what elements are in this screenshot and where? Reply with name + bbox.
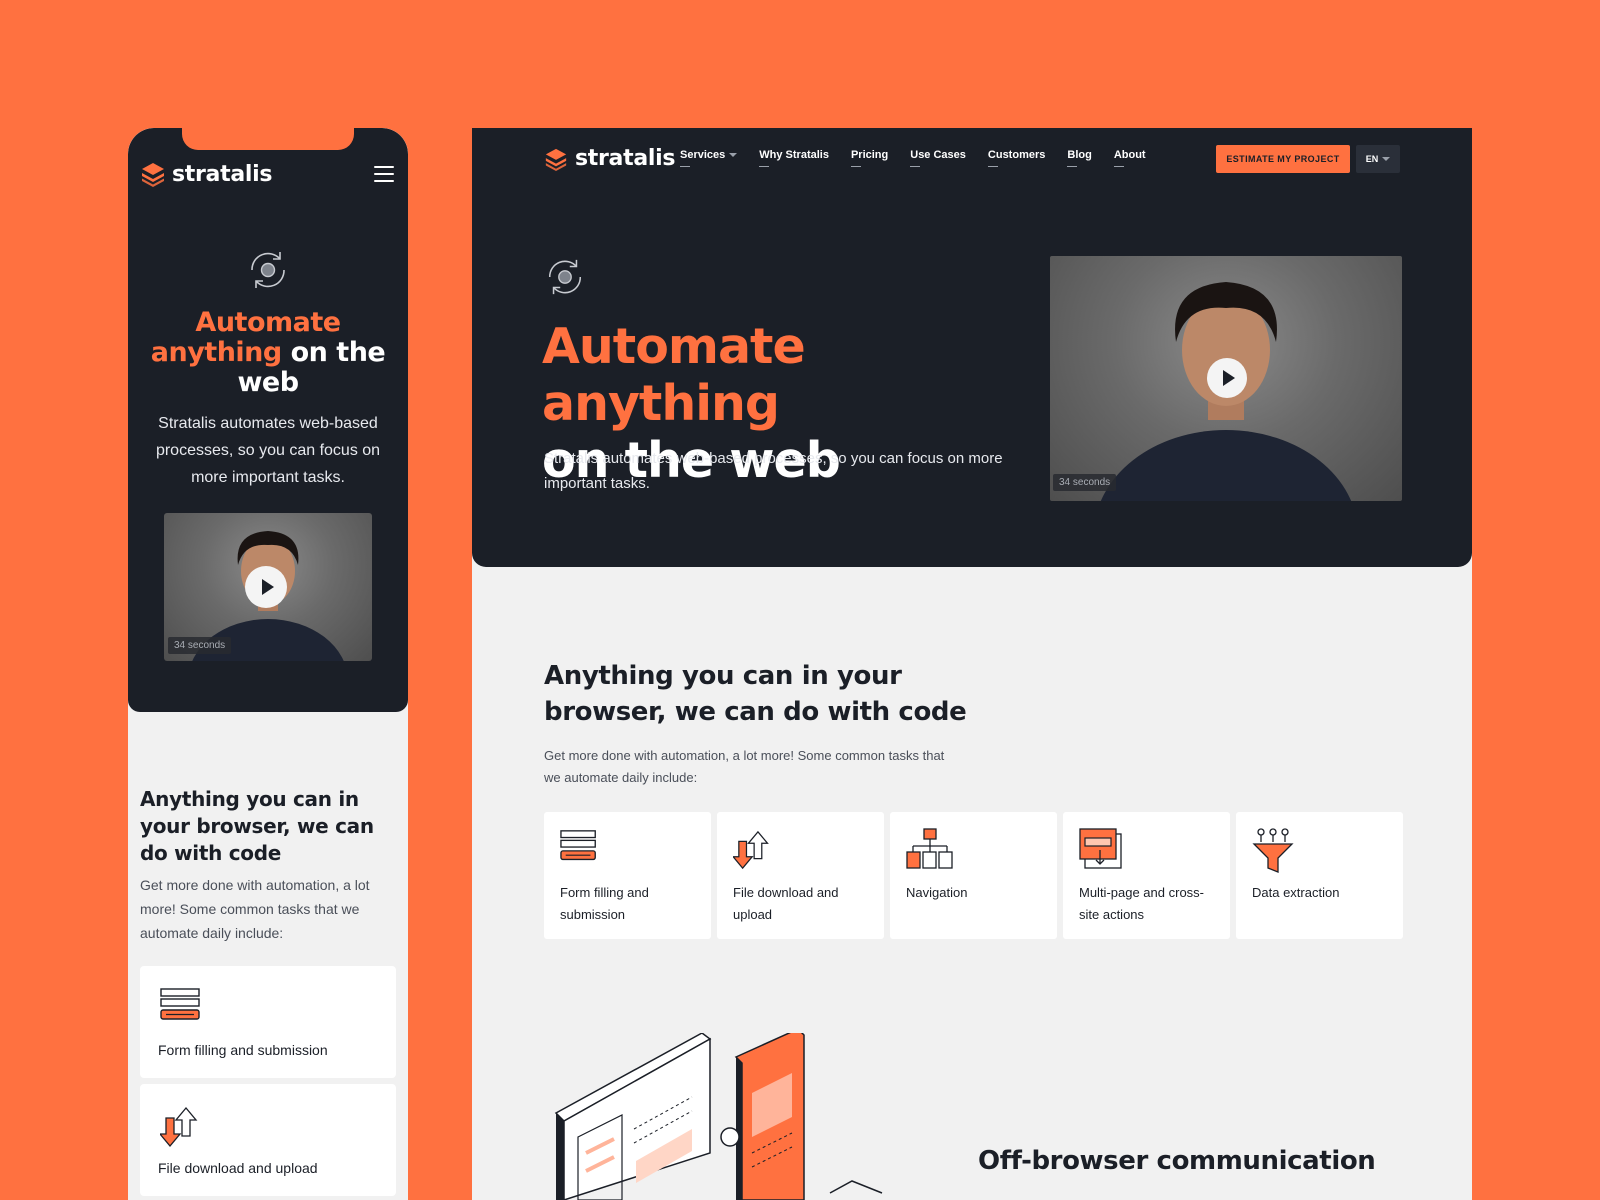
phone-notch [182,128,354,150]
mobile-logo[interactable]: stratalis [140,161,272,187]
funnel-icon [1252,828,1294,873]
mobile-hero-subtitle: Stratalis automates web-based processes,… [155,415,381,486]
sync-icon [251,252,285,288]
task-card-data-extraction[interactable]: Data extraction [1236,812,1403,939]
mobile-video-duration: 34 seconds [168,637,232,654]
task-card-multipage[interactable]: Multi-page and cross-site actions [1063,812,1230,939]
task-cards: Form filling and submission File downloa… [544,812,1403,939]
mobile-hero-video[interactable]: 34 seconds [164,513,372,661]
puzzle-browser-illustration [554,1033,883,1200]
mobile-tasks-intro: Get more done with automation, a lot mor… [140,877,370,941]
desktop-tasks-heading: Anything you can in your browser, we can… [544,661,967,727]
nav-item-services[interactable]: Services [680,149,738,167]
task-label: Multi-page and cross-site actions [1079,885,1204,922]
desktop-tasks-intro: Get more done with automation, a lot mor… [544,748,945,785]
mobile-tasks-heading: Anything you can in your browser, we can… [140,787,374,865]
desktop-logo[interactable]: stratalis [544,146,675,171]
sync-icon [548,259,582,295]
mobile-task-label: Form filling and submission [158,1042,328,1058]
desktop-play-button[interactable] [1207,358,1247,398]
desktop-video-duration: 34 seconds [1053,474,1117,491]
mobile-play-button[interactable] [245,566,287,608]
desktop-hero-subtitle: Stratalis automates web-based processes,… [544,450,1003,492]
transfer-icon [733,830,769,870]
nav-item-why-stratalis[interactable]: Why Stratalis [759,149,829,167]
nav-item-use-cases[interactable]: Use Cases [910,149,966,167]
off-browser-heading: Off-browser communication [978,1146,1376,1176]
task-label: Data extraction [1252,885,1340,900]
estimate-project-button[interactable]: ESTIMATE MY PROJECT [1216,145,1350,173]
desktop-logo-text: stratalis [575,146,676,171]
mobile-hero: stratalis Automate anything on the web S… [128,128,408,712]
task-label: File download and upload [733,885,839,922]
desktop-preview: stratalis Services Why Stratalis Pricing… [472,128,1472,1200]
mobile-preview: stratalis Automate anything on the web S… [128,128,408,1200]
nav-item-about[interactable]: About [1113,149,1146,167]
mobile-task-card-form[interactable]: Form filling and submission [140,966,396,1078]
sitemap-icon [906,828,953,869]
multipage-icon [1079,828,1122,869]
mobile-hero-title: Automate anything on the web [150,307,386,398]
mobile-task-card-transfer[interactable]: File download and upload [140,1084,396,1196]
nav-item-pricing[interactable]: Pricing [850,149,888,167]
form-icon [560,830,596,861]
task-label: Navigation [906,885,968,900]
task-card-transfer[interactable]: File download and upload [717,812,884,939]
hamburger-menu-icon[interactable] [374,166,394,182]
language-select[interactable]: EN [1356,145,1400,173]
desktop-hero: stratalis Services Why Stratalis Pricing… [472,128,1472,567]
stratalis-logo-icon [545,148,567,171]
desktop-hero-video[interactable]: 34 seconds [1050,256,1402,501]
nav-item-blog[interactable]: Blog [1067,149,1092,167]
nav-item-customers[interactable]: Customers [987,149,1045,167]
chevron-down-icon [1382,157,1391,161]
task-label: Form filling and submission [560,885,649,922]
chevron-down-icon [729,153,738,157]
main-nav: Services Why Stratalis Pricing Use Cases… [680,149,1146,167]
transfer-icon [160,1106,198,1148]
task-card-navigation[interactable]: Navigation [890,812,1057,939]
mobile-task-label: File download and upload [158,1160,318,1176]
task-card-form[interactable]: Form filling and submission [544,812,711,939]
stratalis-logo-icon [142,163,164,187]
mobile-logo-text: stratalis [172,161,273,187]
form-icon [160,988,200,1020]
